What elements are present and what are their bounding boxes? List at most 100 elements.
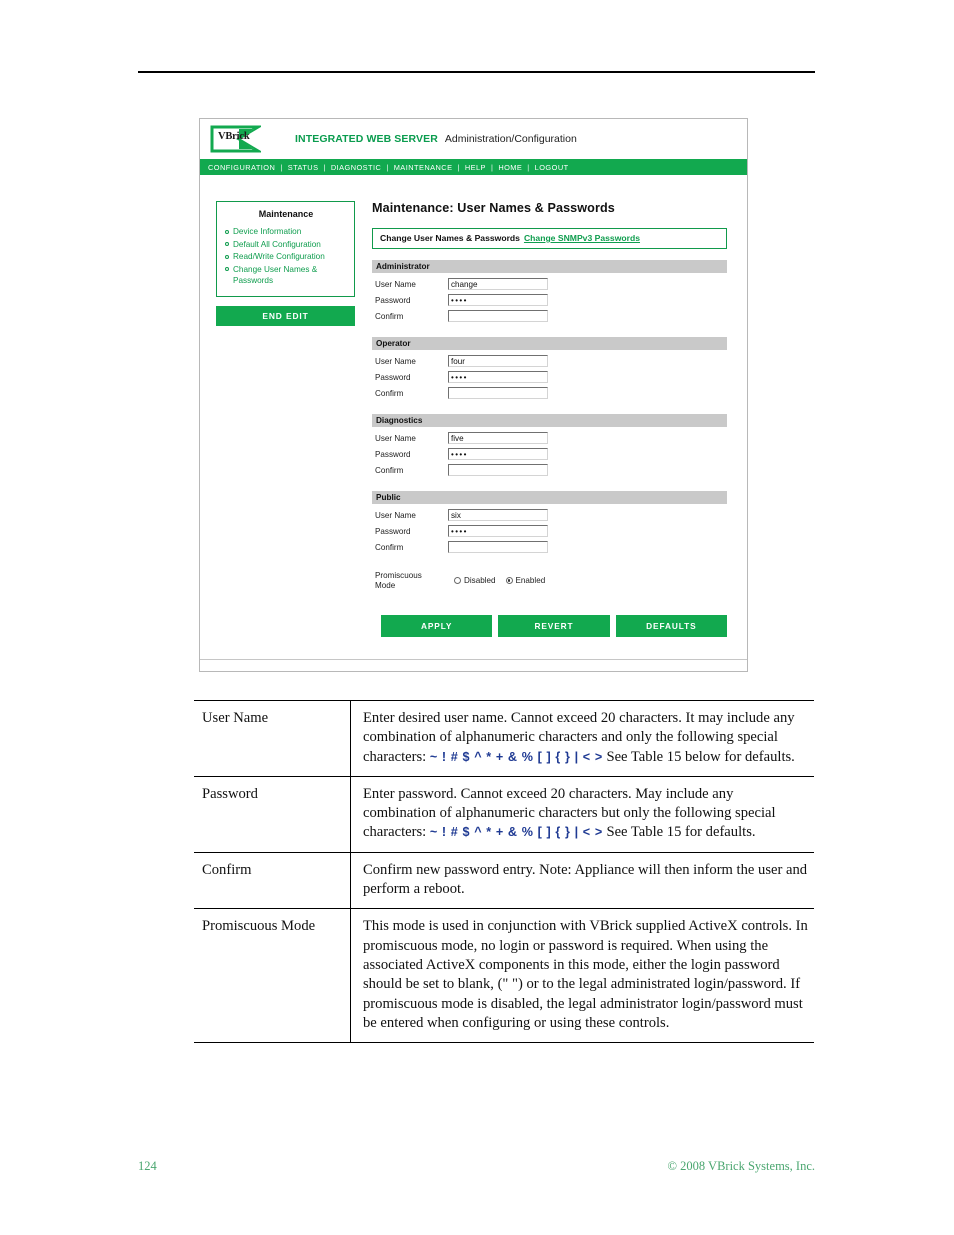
table-row: User Name Enter desired user name. Cannot… [194,700,814,777]
diagnostics-confirm-input[interactable] [448,464,548,476]
field-label: Password [375,449,411,459]
description-text: Confirm new password entry. Note: Applia… [363,861,808,898]
special-characters: ~ ! # $ ^ * + & % [ ] { } | < > [429,825,603,840]
nav-item-help[interactable]: HELP [465,163,486,172]
administrator-password-input[interactable]: •••• [448,294,548,306]
field-label: User Name [375,356,416,366]
nav-item-configuration[interactable]: CONFIGURATION [208,163,275,172]
promiscuous-label-line1: Promiscuous [375,571,422,580]
administrator-user-name-input[interactable]: change [448,278,548,290]
description-definition: Enter desired user name. Cannot exceed 2… [350,700,814,777]
radio-label: Disabled [464,576,496,585]
sidebar-item-label: Device Information [233,227,302,236]
defaults-button[interactable]: DEFAULTS [615,615,727,638]
main-panel: Maintenance: User Names & Passwords Chan… [355,201,747,638]
field-label: Confirm [375,465,404,475]
copyright-notice: © 2008 VBrick Systems, Inc. [667,1159,815,1173]
table-row: Promiscuous Mode This mode is used in con… [194,908,814,1044]
nav-item-home[interactable]: HOME [498,163,522,172]
description-definition: Enter password. Cannot exceed 20 charact… [350,775,814,853]
field-row: Password •••• [372,446,727,462]
nav-item-status[interactable]: STATUS [288,163,319,172]
operator-user-name-input[interactable]: four [448,355,548,367]
change-snmpv3-passwords-link[interactable]: Change SNMPv3 Passwords [524,233,640,243]
apply-button[interactable]: APPLY [381,615,493,638]
description-text: See Table 15 for defaults. [602,824,756,841]
nav-item-maintenance[interactable]: MAINTENANCE [394,163,453,172]
nav-separator: | [457,162,460,172]
field-label: Confirm [375,311,404,321]
field-label: Password [375,372,411,382]
field-row: Confirm [372,308,727,324]
sidebar-panel: Maintenance Device Information Default Al… [216,201,355,297]
nav-separator: | [386,162,389,172]
promiscuous-option-enabled[interactable]: Enabled [505,576,546,585]
bullet-icon [225,254,229,259]
promiscuous-mode-radios[interactable]: Disabled Enabled [454,571,555,585]
main-navigation[interactable]: CONFIGURATION | STATUS | DIAGNOSTIC | MAINTENA… [200,159,747,175]
radio-button-icon[interactable] [454,577,461,584]
vbrick-logo-text: VBrick [218,131,250,142]
promiscuous-option-disabled[interactable]: Disabled [454,576,496,585]
public-password-input[interactable]: •••• [448,525,548,537]
description-term: Confirm [194,851,351,909]
page-number: 124 [138,1159,157,1173]
sidebar-item-label: Read/Write Configuration [233,252,325,262]
field-row: User Name change [372,276,727,292]
administrator-confirm-input[interactable] [448,310,548,322]
sidebar-item-change-user-names-passwords[interactable]: Change User Names & Passwords [224,264,348,287]
nav-item-logout[interactable]: LOGOUT [535,163,569,172]
sidebar-item-label: Change User Names & Passwords [233,264,318,286]
operator-password-input[interactable]: •••• [448,371,548,383]
screenshot-footer-rule [200,659,747,660]
app-header: VBrick INTEGRATED WEB SERVER Administrat… [200,119,747,159]
field-row: Confirm [372,462,727,478]
radio-button-icon[interactable] [505,577,513,584]
field-row: Confirm [372,385,727,401]
description-term: User Name [194,700,351,777]
field-label: Confirm [375,388,404,398]
description-definition: This mode is used in conjunction with VB… [350,908,814,1044]
sidebar-item-device-information[interactable]: Device Information [224,226,348,238]
sidebar-item-read-write-configuration[interactable]: Read/Write Configuration [224,251,348,263]
vbrick-logo: VBrick [209,125,261,153]
public-user-name-input[interactable]: six [448,509,548,521]
nav-separator: | [323,162,326,172]
app-body: Maintenance Device Information Default Al… [200,175,747,638]
nav-item-diagnostic[interactable]: DIAGNOSTIC [331,163,382,172]
nav-separator: | [527,162,530,172]
section-header-public: Public [372,491,727,504]
revert-button[interactable]: REVERT [498,615,610,638]
diagnostics-user-name-input[interactable]: five [448,432,548,444]
table-row: Confirm Confirm new password entry. Note:… [194,851,814,909]
sidebar-title: Maintenance [258,209,314,219]
description-term: Promiscuous Mode [194,908,351,1044]
nav-separator: | [490,162,494,172]
field-row: Password •••• [372,292,727,308]
bullet-icon [225,229,229,234]
page-title: Maintenance: User Names & Passwords [372,201,615,215]
radio-label: Enabled [515,576,546,585]
app-title: INTEGRATED WEB SERVER [295,133,438,145]
field-label: Password [375,526,411,536]
description-text: See Table 15 below for defaults. [602,748,795,765]
bullet-icon [225,242,229,247]
field-row: User Name four [372,353,727,369]
public-confirm-input[interactable] [448,541,548,553]
field-description-table: User Name Enter desired user name. Cannot… [194,700,814,1044]
special-characters: ~ ! # $ ^ * + & % [ ] { } | < > [429,749,603,764]
app-subtitle: Administration/Configuration [444,133,577,145]
field-row: User Name five [372,430,727,446]
sidebar-item-default-all-configuration[interactable]: Default All Configuration [224,239,348,251]
end-edit-button[interactable]: END EDIT [216,305,355,326]
table-row: Password Enter password. Cannot exceed 20… [194,775,814,853]
diagnostics-password-input[interactable]: •••• [448,448,548,460]
operator-confirm-input[interactable] [448,387,548,399]
description-term: Password [194,775,351,853]
promiscuous-mode-label: Promiscuous Mode [372,571,422,590]
description-text: This mode is used in conjunction with VB… [363,918,808,1031]
section-header-administrator: Administrator [372,260,727,273]
field-row: User Name six [372,507,727,523]
field-row: Confirm [372,539,727,555]
